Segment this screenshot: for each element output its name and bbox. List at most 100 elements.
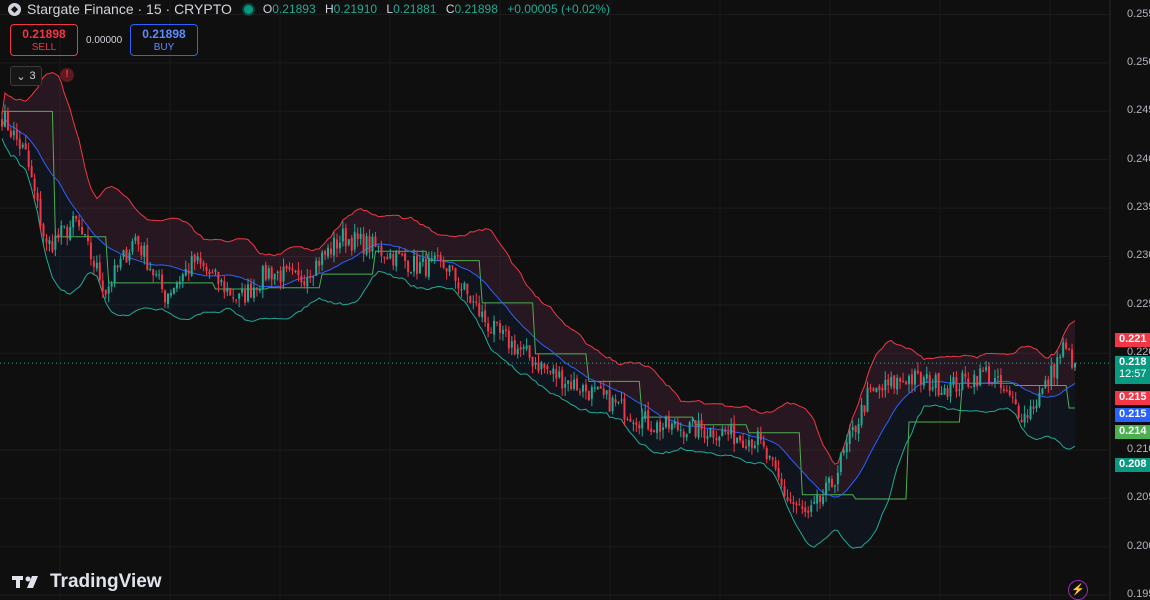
- market-status-icon[interactable]: [243, 4, 253, 14]
- price-axis-label: 0.255: [1127, 7, 1150, 20]
- candle-body: [842, 450, 845, 453]
- alert-icon[interactable]: !: [60, 68, 74, 82]
- candle-body: [712, 429, 715, 438]
- candle-body: [1, 119, 3, 127]
- buy-button[interactable]: 0.21898 BUY: [130, 24, 198, 56]
- candle-body: [1062, 342, 1065, 357]
- candle-body: [169, 292, 172, 296]
- candle-body: [75, 215, 78, 219]
- candle-body: [48, 240, 51, 244]
- candle-body: [724, 429, 727, 433]
- candle-body: [525, 345, 528, 349]
- candle-body: [922, 377, 925, 386]
- candle-body: [558, 371, 561, 378]
- candle-body: [700, 419, 703, 430]
- candle-body: [113, 265, 116, 284]
- candle-body: [137, 235, 140, 245]
- sell-button[interactable]: 0.21898 SELL: [10, 24, 78, 56]
- candle-body: [232, 297, 235, 299]
- candle-body: [537, 362, 540, 371]
- candle-body: [164, 290, 167, 303]
- candle-body: [122, 250, 125, 258]
- candle-body: [6, 110, 9, 131]
- symbol-title[interactable]: Stargate Finance · 15 · CRYPTO: [27, 1, 232, 17]
- ohlc-close-value: 0.21898: [454, 2, 498, 16]
- candle-body: [1002, 389, 1005, 391]
- chart-header: Stargate Finance · 15 · CRYPTO O0.21893 …: [8, 1, 616, 17]
- candle-body: [590, 387, 593, 399]
- candle-body: [66, 226, 69, 238]
- candle-body: [798, 504, 801, 506]
- candle-body: [552, 368, 555, 374]
- candle-body: [448, 265, 451, 273]
- candle-body: [786, 497, 789, 501]
- candle-body: [638, 424, 641, 429]
- candle-body: [878, 386, 881, 391]
- candle-body: [940, 393, 943, 395]
- candle-body: [727, 431, 730, 435]
- candle-body: [258, 288, 261, 291]
- candle-body: [285, 265, 288, 269]
- candle-body: [54, 235, 57, 250]
- candle-body: [445, 268, 448, 272]
- candle-body: [1068, 348, 1071, 350]
- candle-body: [516, 348, 519, 355]
- candle-body: [110, 284, 113, 287]
- candle-body: [694, 420, 697, 437]
- candle-body: [371, 236, 374, 252]
- tradingview-logo[interactable]: TradingView: [12, 571, 162, 593]
- candle-body: [1023, 413, 1026, 423]
- candle-body: [267, 268, 270, 279]
- candle-body: [988, 366, 991, 384]
- candle-body: [561, 370, 564, 389]
- candle-body: [1020, 419, 1023, 423]
- indicators-toggle-button[interactable]: ⌄ 3: [10, 66, 42, 86]
- candle-body: [730, 424, 733, 435]
- candle-body: [418, 262, 421, 274]
- candle-body: [205, 266, 208, 272]
- candle-body: [902, 381, 905, 383]
- candle-body: [985, 367, 988, 371]
- candle-body: [1044, 380, 1047, 388]
- candle-body: [395, 251, 398, 267]
- candle-body: [792, 501, 795, 505]
- candle-body: [404, 253, 407, 262]
- candle-body: [95, 262, 98, 269]
- candle-body: [140, 245, 143, 256]
- candle-body: [531, 356, 534, 367]
- candle-body: [519, 347, 522, 350]
- candle-body: [330, 248, 333, 255]
- price-axis-label: 0.205: [1127, 491, 1150, 504]
- candle-body: [306, 277, 309, 287]
- lightning-icon[interactable]: ⚡: [1068, 580, 1088, 600]
- candle-body: [128, 252, 131, 261]
- candle-body: [682, 431, 685, 438]
- candle-body: [848, 430, 851, 445]
- candle-body: [199, 257, 202, 264]
- ohlc-open-value: 0.21893: [272, 2, 316, 16]
- price-chart[interactable]: [0, 0, 1150, 600]
- candle-body: [884, 379, 887, 391]
- candle-body: [223, 281, 226, 293]
- candle-body: [733, 423, 736, 445]
- candle-body: [747, 440, 750, 447]
- candle-body: [187, 270, 190, 274]
- candle-body: [15, 129, 18, 140]
- candle-body: [36, 192, 39, 201]
- candle-body: [976, 376, 979, 387]
- candle-body: [303, 281, 306, 286]
- candle-body: [149, 268, 152, 270]
- candle-body: [421, 257, 424, 262]
- candle-body: [270, 267, 273, 280]
- candle-body: [1074, 363, 1076, 368]
- candle-body: [83, 234, 86, 236]
- candle-body: [190, 256, 193, 276]
- candle-body: [816, 494, 819, 504]
- candle-body: [1038, 392, 1041, 407]
- candle-body: [979, 368, 982, 386]
- candle-body: [389, 253, 392, 259]
- candle-body: [134, 236, 137, 241]
- candle-body: [291, 268, 294, 271]
- candle-body: [125, 249, 128, 263]
- candle-body: [931, 387, 934, 390]
